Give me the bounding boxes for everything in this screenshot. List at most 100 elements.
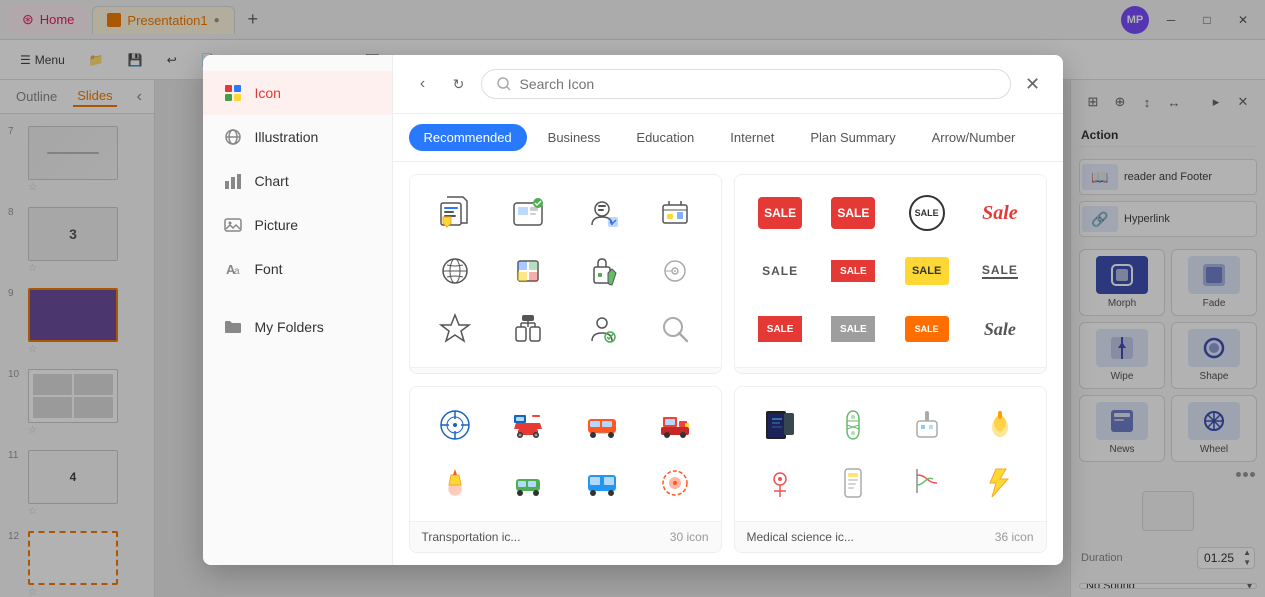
icon-cell[interactable] [964, 455, 1035, 511]
sale-script-dark: Sale [984, 319, 1016, 340]
icon-cell[interactable] [493, 243, 564, 299]
icon-pack-2: SALE SALE SALE [734, 174, 1047, 374]
icon-pack-4: Medical science ic... 36 icon [734, 386, 1047, 553]
font-nav-label: Font [255, 261, 283, 277]
sale-tag-orange: SALE [905, 316, 949, 342]
pack4-footer: Medical science ic... 36 icon [735, 521, 1046, 552]
nav-font-item[interactable]: Aa Font [203, 247, 392, 291]
pack1-footer: Personal plan summary ic... 24 icon [410, 367, 721, 374]
refresh-button[interactable]: ↻ [445, 70, 473, 98]
pack3-name: Transportation ic... [422, 530, 521, 544]
modal-nav: Icon Illustration Chart Pi [203, 55, 393, 565]
icon-cell[interactable] [420, 455, 491, 511]
tab-education[interactable]: Education [621, 124, 709, 151]
icon-cell[interactable]: SALE [891, 243, 962, 299]
icon-nav-label: Icon [255, 85, 281, 101]
close-modal-button[interactable]: ✕ [1019, 70, 1047, 98]
insert-icon-modal: Icon Illustration Chart Pi [203, 55, 1063, 565]
sale-text-dark: SALE [762, 264, 798, 278]
icon-cell[interactable]: SALE [818, 243, 889, 299]
icon-cell[interactable] [745, 397, 816, 453]
icon-cell[interactable] [891, 397, 962, 453]
tab-recommended[interactable]: Recommended [409, 124, 527, 151]
nav-chart-item[interactable]: Chart [203, 159, 392, 203]
modal-main-content: ‹ ↻ ✕ Recommended Business Education Int… [393, 55, 1063, 565]
sale-badge-circle: SALE [909, 195, 945, 231]
icon-cell[interactable] [493, 455, 564, 511]
icon-cell[interactable]: Sale [964, 185, 1035, 241]
icon-cell[interactable]: SALE [745, 243, 816, 299]
icon-cell[interactable]: SALE [818, 301, 889, 357]
svg-text:a: a [234, 266, 240, 277]
icon-cell[interactable] [566, 301, 637, 357]
pack3-footer: Transportation ic... 30 icon [410, 521, 721, 552]
icon-cell[interactable] [566, 243, 637, 299]
pack3-count: 30 icon [670, 530, 709, 544]
back-button[interactable]: ‹ [409, 70, 437, 98]
icon-cell[interactable] [639, 243, 710, 299]
icon-cell[interactable]: SALE [891, 301, 962, 357]
icon-cell[interactable] [566, 455, 637, 511]
icon-cell[interactable] [420, 243, 491, 299]
pack2-footer: E-commerce discount pro... 50 icon [735, 367, 1046, 374]
nav-illustration-item[interactable]: Illustration [203, 115, 392, 159]
pack1-grid [410, 175, 721, 367]
nav-section-label: My Folders [203, 299, 392, 355]
icon-cell[interactable] [420, 185, 491, 241]
icon-pack-3: Transportation ic... 30 icon [409, 386, 722, 553]
modal-header: ‹ ↻ ✕ [393, 55, 1063, 114]
illustration-nav-icon [221, 125, 245, 149]
picture-nav-label: Picture [255, 217, 299, 233]
icon-cell[interactable] [420, 301, 491, 357]
pack4-name: Medical science ic... [747, 530, 854, 544]
icon-cell[interactable] [639, 455, 710, 511]
icon-cell[interactable] [745, 455, 816, 511]
icon-cell[interactable] [818, 455, 889, 511]
chart-nav-label: Chart [255, 173, 289, 189]
pack4-count: 36 icon [995, 530, 1034, 544]
icon-cell[interactable] [818, 397, 889, 453]
icon-cell[interactable] [891, 455, 962, 511]
sale-flag-red: SALE [758, 316, 802, 342]
nav-icon-item[interactable]: Icon [203, 71, 392, 115]
icon-cell[interactable] [639, 301, 710, 357]
my-folders-label: My Folders [255, 319, 324, 335]
sale-badge-red2: SALE [831, 197, 875, 229]
tab-arrow-number[interactable]: Arrow/Number [917, 124, 1031, 151]
nav-picture-item[interactable]: Picture [203, 203, 392, 247]
tab-internet[interactable]: Internet [715, 124, 789, 151]
icon-cell[interactable] [566, 397, 637, 453]
icon-cell[interactable]: Sale [964, 301, 1035, 357]
icon-cell[interactable]: SALE [964, 243, 1035, 299]
icon-pack-1: Personal plan summary ic... 24 icon [409, 174, 722, 374]
icon-cell[interactable] [493, 397, 564, 453]
category-tabs: Recommended Business Education Internet … [393, 114, 1063, 162]
icon-cell[interactable] [566, 185, 637, 241]
modal-overlay: Icon Illustration Chart Pi [0, 0, 1265, 597]
icon-cell[interactable] [420, 397, 491, 453]
icon-cell[interactable]: SALE [891, 185, 962, 241]
icon-nav-icon [221, 81, 245, 105]
folder-nav-icon [221, 315, 245, 339]
icon-cell[interactable] [639, 397, 710, 453]
tab-business[interactable]: Business [533, 124, 616, 151]
sale-script: Sale [982, 202, 1018, 225]
icon-cell[interactable]: SALE [818, 185, 889, 241]
icon-cell[interactable]: SALE [745, 301, 816, 357]
nav-my-folders-item[interactable]: My Folders [221, 309, 374, 345]
picture-nav-icon [221, 213, 245, 237]
search-input[interactable] [520, 76, 996, 92]
icon-cell[interactable] [493, 301, 564, 357]
icon-grid-container: Personal plan summary ic... 24 icon SALE [393, 162, 1063, 565]
search-icon [496, 76, 512, 92]
icon-cell[interactable]: SALE [745, 185, 816, 241]
sale-badge-red: SALE [758, 197, 802, 229]
sale-badge-rect: SALE [831, 260, 875, 282]
sale-underline: SALE [982, 263, 1018, 279]
search-box [481, 69, 1011, 99]
sale-badge-yellow: SALE [905, 257, 949, 285]
icon-cell[interactable] [964, 397, 1035, 453]
icon-cell[interactable] [639, 185, 710, 241]
tab-plan-summary[interactable]: Plan Summary [795, 124, 910, 151]
icon-cell[interactable] [493, 185, 564, 241]
